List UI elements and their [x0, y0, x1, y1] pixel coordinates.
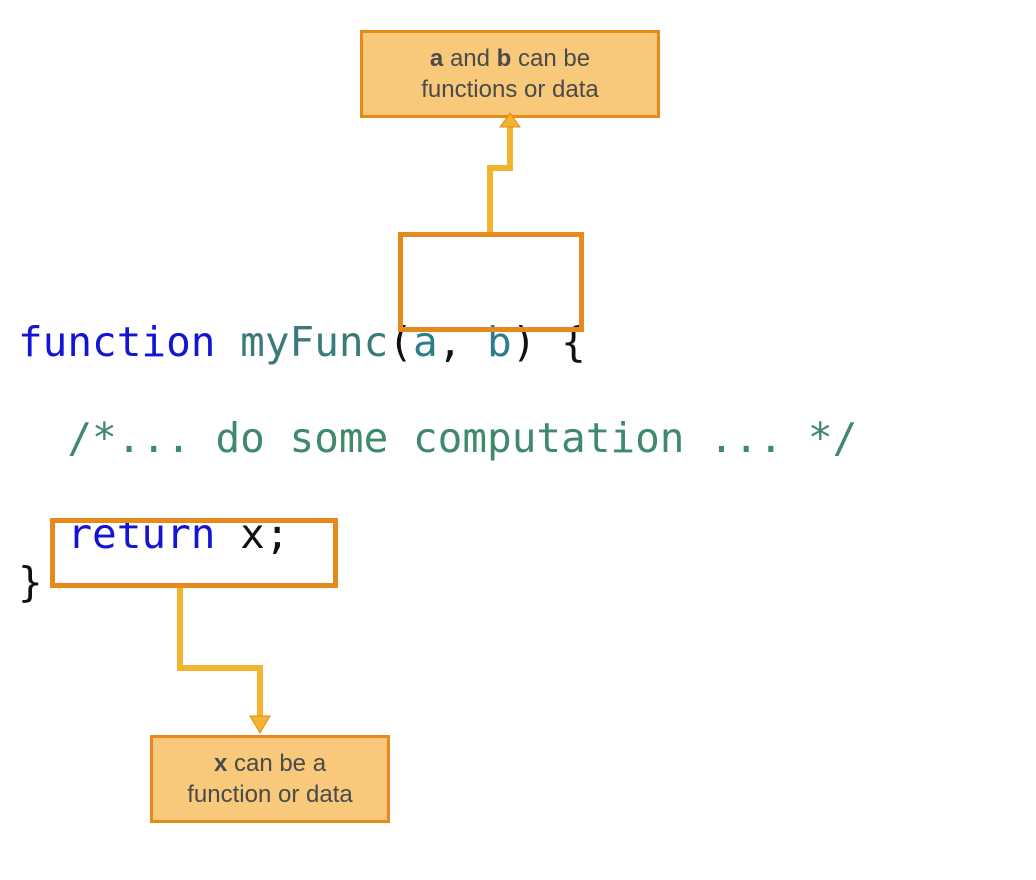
- callout-params: a and b can be functions or data: [360, 30, 660, 118]
- callout-params-bold-b: b: [497, 45, 512, 72]
- highlight-params: [398, 232, 584, 332]
- callout-params-bold-a: a: [430, 45, 443, 72]
- callout-return-bold-x: x: [214, 750, 227, 777]
- code-comment: /*... do some computation ... */: [67, 414, 857, 462]
- callout-return: x can be a function or data: [150, 735, 390, 823]
- highlight-return: [50, 518, 338, 588]
- code-line-4: }: [18, 558, 43, 606]
- close-brace: }: [18, 558, 43, 606]
- code-line-2: /*... do some computation ... */: [18, 414, 857, 462]
- keyword-function: function: [18, 318, 215, 366]
- function-name: myFunc: [240, 318, 388, 366]
- callout-params-mid: and: [443, 45, 496, 72]
- connector-arrow-top: [480, 113, 540, 233]
- callout-return-rest: can be a function or data: [187, 750, 352, 808]
- connector-arrow-bottom: [170, 588, 290, 738]
